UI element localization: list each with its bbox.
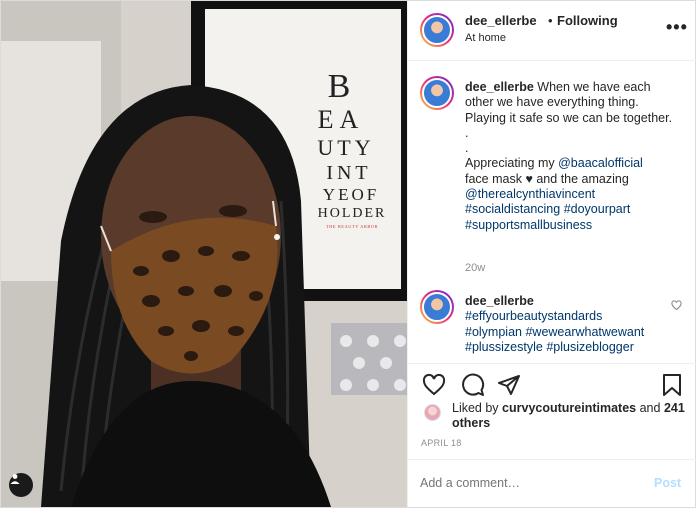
eye-chart-line: B — [327, 68, 351, 105]
likes-and: and — [639, 401, 661, 415]
comment-icon[interactable] — [461, 373, 485, 397]
more-options-icon[interactable]: ••• — [666, 17, 688, 38]
post-location[interactable]: At home — [465, 32, 506, 44]
post-caption: dee_ellerbe When we have each other we h… — [465, 80, 680, 233]
mention-link[interactable]: @therealcynthiavincent — [465, 187, 595, 201]
post-header: dee_ellerbe • Following At home ••• — [408, 1, 696, 61]
post-date[interactable]: APRIL 18 — [421, 438, 462, 448]
caption-text: and the amazing — [536, 171, 629, 186]
comment-avatar[interactable] — [420, 290, 454, 324]
eye-chart-line: EA — [317, 105, 365, 134]
header-separator: • — [548, 13, 553, 28]
caption-text: Appreciating my — [465, 156, 555, 171]
save-icon[interactable] — [660, 373, 684, 397]
hashtag-link[interactable]: #socialdistancing — [465, 202, 560, 216]
eye-chart: B EA UTY INT YEOF HOLDER THE BEAUTY ARBO… — [271, 69, 391, 231]
hashtag-link[interactable]: #plussizestyle — [465, 340, 543, 354]
post-side-panel: dee_ellerbe • Following At home ••• dee_… — [407, 1, 696, 507]
caption-text: face mask — [465, 171, 522, 186]
hashtag-link[interactable]: #supportsmallbusiness — [465, 218, 592, 232]
following-button[interactable]: Following — [557, 13, 618, 28]
add-comment-input[interactable] — [420, 476, 640, 490]
eye-chart-line: UTY — [317, 135, 375, 160]
caption-timestamp[interactable]: 20w — [465, 262, 485, 274]
hashtag-link[interactable]: #effyourbeautystandards — [465, 309, 602, 323]
hashtag-link[interactable]: #olympian — [465, 325, 522, 339]
eye-chart-line: THE BEAUTY ARBOR — [325, 224, 379, 229]
caption-username[interactable]: dee_ellerbe — [465, 80, 534, 94]
user-icon — [10, 474, 20, 484]
eye-chart-line: YEOF — [322, 185, 380, 204]
liker-username[interactable]: curvycoutureintimates — [502, 401, 636, 415]
liked-by-label: Liked by — [452, 401, 499, 415]
caption-dot: . — [465, 125, 469, 140]
author-avatar[interactable] — [420, 13, 454, 47]
instagram-post: B EA UTY INT YEOF HOLDER THE BEAUTY ARBO… — [0, 0, 696, 508]
hashtag-link[interactable]: #plusizeblogger — [546, 340, 634, 354]
like-icon[interactable] — [422, 373, 446, 397]
eye-chart-line: HOLDER — [317, 206, 387, 221]
add-comment-bar: Post — [408, 459, 696, 507]
heart-emoji: ♥ — [525, 171, 533, 186]
post-comment-button[interactable]: Post — [654, 476, 681, 490]
tagged-users-button[interactable] — [9, 473, 33, 497]
liker-avatar[interactable] — [424, 404, 441, 421]
action-bar — [408, 365, 696, 401]
comment-item: dee_ellerbe #effyourbeautystandards #oly… — [465, 294, 665, 355]
hashtag-link[interactable]: #doyourpart — [564, 202, 631, 216]
share-icon[interactable] — [497, 373, 521, 397]
post-photo[interactable]: B EA UTY INT YEOF HOLDER THE BEAUTY ARBO… — [1, 1, 407, 507]
author-username[interactable]: dee_ellerbe — [465, 13, 537, 28]
caption-avatar[interactable] — [420, 76, 454, 110]
comment-username[interactable]: dee_ellerbe — [465, 294, 665, 309]
comment-like-icon[interactable] — [671, 300, 682, 314]
eye-chart-line: INT — [326, 162, 372, 184]
comments-list[interactable]: dee_ellerbe When we have each other we h… — [408, 62, 696, 364]
hashtag-link[interactable]: #wewearwhatwewant — [525, 325, 644, 339]
mention-link[interactable]: @baacalofficial — [558, 156, 643, 170]
caption-dot: . — [465, 141, 469, 156]
